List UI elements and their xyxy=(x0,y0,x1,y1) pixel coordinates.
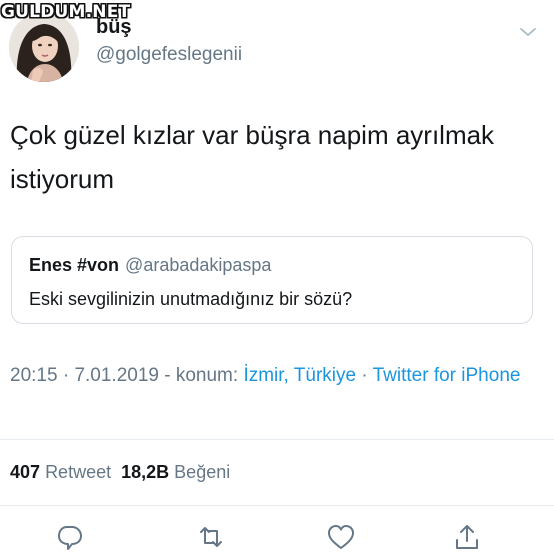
tweet-stats: 407 Retweet 18,2B Beğeni xyxy=(10,462,230,483)
tweet-time[interactable]: 20:15 xyxy=(10,365,58,386)
retweets-count: 407 xyxy=(10,462,41,482)
avatar-image xyxy=(9,12,79,82)
tweet-source-link[interactable]: Twitter for iPhone xyxy=(373,365,521,386)
retweet-icon[interactable] xyxy=(196,522,226,552)
chevron-down-icon[interactable] xyxy=(518,25,538,39)
author-handle[interactable]: @golgefeslegenii xyxy=(96,44,242,66)
avatar[interactable] xyxy=(9,12,79,82)
quoted-tweet[interactable]: Enes #von @arabadakipaspa Eski sevgiliniz… xyxy=(11,236,533,324)
meta-separator: · xyxy=(356,365,373,386)
quoted-tweet-header: Enes #von @arabadakipaspa xyxy=(29,255,271,276)
location-prefix: - konum: xyxy=(158,365,244,386)
quoted-tweet-text: Eski sevgilinizin unutmadığınız bir sözü… xyxy=(29,289,353,309)
tweet-text: Çok güzel kızlar var büşra napim ayrılma… xyxy=(10,120,495,194)
heart-icon[interactable] xyxy=(326,522,356,552)
tweet-metadata: 20:15 · 7.01.2019 - konum: İzmir, Türkiy… xyxy=(10,362,540,390)
divider xyxy=(0,439,554,440)
retweets-stat[interactable]: 407 Retweet xyxy=(10,462,111,482)
meta-separator: · xyxy=(57,365,75,386)
likes-label: Beğeni xyxy=(174,462,231,482)
tweet-location-link[interactable]: İzmir, Türkiye xyxy=(243,365,356,386)
likes-stat[interactable]: 18,2B Beğeni xyxy=(121,462,230,482)
likes-count: 18,2B xyxy=(121,462,170,482)
quoted-handle: @arabadakipaspa xyxy=(125,255,272,275)
reply-icon[interactable] xyxy=(55,522,85,552)
tweet-date[interactable]: 7.01.2019 xyxy=(74,365,159,386)
quoted-display-name: Enes #von xyxy=(29,255,120,275)
share-icon[interactable] xyxy=(452,522,482,552)
divider xyxy=(0,505,554,506)
retweets-label: Retweet xyxy=(45,462,112,482)
site-watermark: GULDUM.NET xyxy=(1,2,131,22)
tweet-page: GULDUM.NET büş @golgefeslegenii Çok güze… xyxy=(0,0,554,554)
